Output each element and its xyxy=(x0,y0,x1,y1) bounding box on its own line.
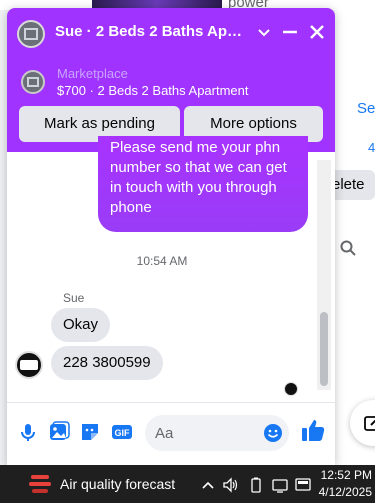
emoji-icon[interactable] xyxy=(263,423,283,443)
minimize-icon[interactable] xyxy=(278,20,302,44)
sent-message-bubble: Please send me your phn number so that w… xyxy=(98,136,308,232)
compose-icon xyxy=(364,416,375,431)
sent-message-text: Please send me your phn number so that w… xyxy=(110,139,287,216)
message-composer: GIF xyxy=(7,402,335,465)
seen-indicator-avatar xyxy=(284,382,298,396)
taskbar: Air quality forecast 12:52 PM 4/12/2025 xyxy=(0,465,375,503)
chevron-up-icon[interactable] xyxy=(200,477,216,493)
microphone-icon[interactable] xyxy=(17,421,39,443)
air-quality-icon[interactable] xyxy=(28,473,52,495)
background-thumbnail xyxy=(92,0,222,8)
chat-title[interactable]: Sue · 2 Beds 2 Baths Apart… xyxy=(55,23,243,40)
volume-icon[interactable] xyxy=(222,477,238,493)
contact-avatar[interactable] xyxy=(17,20,45,48)
chat-window: Sue · 2 Beds 2 Baths Apart… Marketplace … xyxy=(7,8,335,465)
marketplace-listing[interactable]: Marketplace $700 · 2 Beds 2 Baths Apartm… xyxy=(17,66,327,102)
background-right-panel xyxy=(335,10,375,465)
network-icon[interactable] xyxy=(272,477,288,493)
thumbs-up-icon[interactable] xyxy=(300,417,326,443)
listing-thumbnail xyxy=(21,70,45,94)
svg-text:GIF: GIF xyxy=(115,428,131,438)
message-input[interactable] xyxy=(155,415,255,451)
background-count: 4 xyxy=(368,140,375,155)
message-timestamp: 10:54 AM xyxy=(136,254,188,268)
sender-name: Sue xyxy=(63,291,85,305)
photo-icon[interactable] xyxy=(48,421,70,443)
received-message-bubble: Okay xyxy=(51,308,111,342)
screen: power Se 4 elete Sue · 2 Beds 2 Baths Ap… xyxy=(0,0,375,503)
clock-date[interactable]: 4/12/2025 xyxy=(318,485,372,499)
listing-source: Marketplace xyxy=(57,66,128,81)
background-see-link[interactable]: Se xyxy=(357,100,375,117)
chat-header: Sue · 2 Beds 2 Baths Apart… Marketplace … xyxy=(7,8,335,152)
clock-time[interactable]: 12:52 PM xyxy=(318,468,372,482)
close-icon[interactable] xyxy=(305,20,329,44)
listing-title: $700 · 2 Beds 2 Baths Apartment xyxy=(57,83,249,98)
battery-icon[interactable] xyxy=(248,477,264,493)
scrollbar-thumb[interactable] xyxy=(320,312,328,386)
chevron-down-icon[interactable] xyxy=(252,20,276,44)
gif-icon[interactable]: GIF xyxy=(111,421,133,443)
sender-avatar[interactable] xyxy=(15,351,43,379)
search-icon[interactable] xyxy=(340,240,356,256)
message-input-container xyxy=(145,415,289,451)
messages-scrollbar[interactable] xyxy=(317,160,331,390)
weather-widget-text[interactable]: Air quality forecast xyxy=(60,476,175,492)
notification-icon[interactable] xyxy=(295,477,311,493)
sticker-icon[interactable] xyxy=(79,421,101,443)
received-message-bubble: 228 3800599 xyxy=(51,346,163,380)
